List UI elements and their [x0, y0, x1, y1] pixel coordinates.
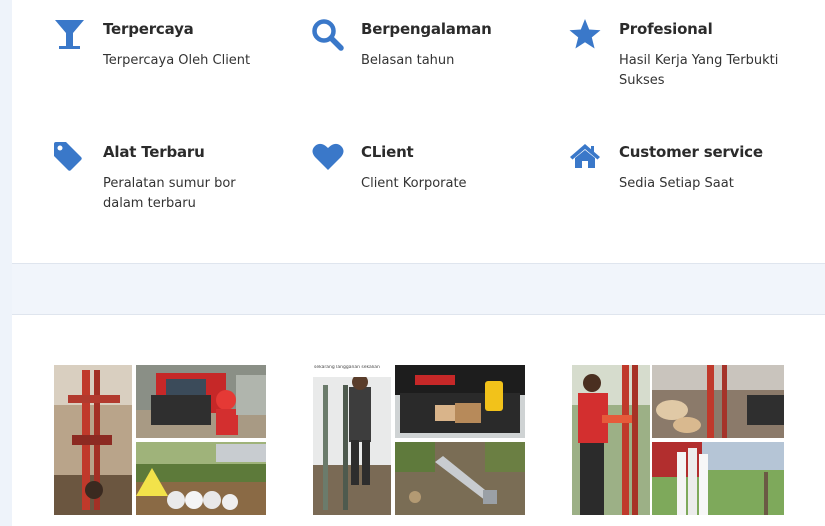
photo-mechanism: [652, 365, 784, 438]
feature-title: Profesional: [619, 20, 713, 38]
gallery-photo-3[interactable]: [572, 365, 784, 515]
gallery-photo-1[interactable]: [54, 365, 266, 515]
photo-ground-tool: [395, 442, 525, 515]
feature-title: Alat Terbaru: [103, 143, 205, 161]
photo-truck: [136, 365, 266, 438]
photo-drilling-rig: [54, 365, 132, 515]
search-icon: [311, 18, 345, 52]
photo-worker-rig: sekarang langganan sekalian: [313, 365, 391, 515]
tag-icon: [53, 141, 87, 175]
photo-worker-red-shirt: [572, 365, 650, 515]
star-icon: [569, 18, 603, 52]
photo-caption: sekarang langganan sekalian: [314, 365, 380, 370]
feature-title: Terpercaya: [103, 20, 194, 38]
feature-title: CLient: [361, 143, 414, 161]
feature-description: Client Korporate: [361, 176, 467, 191]
photo-car-trunk: [395, 365, 525, 438]
feature-description: Hasil Kerja Yang Terbukti Sukses: [619, 53, 779, 88]
feature-description: Sedia Setiap Saat: [619, 176, 734, 191]
heart-icon: [311, 141, 345, 175]
photo-pipes-field: [652, 442, 784, 515]
feature-description: Terpercaya Oleh Client: [103, 53, 251, 68]
feature-description: Belasan tahun: [361, 53, 455, 68]
home-icon: [569, 141, 603, 175]
section-divider-band: [12, 264, 825, 314]
photo-pipes: [136, 442, 266, 515]
gallery-photo-2[interactable]: sekarang langganan sekalian: [313, 365, 525, 515]
feature-title: Customer service: [619, 143, 763, 161]
features-section: [12, 0, 825, 264]
feature-title: Berpengalaman: [361, 20, 492, 38]
feature-description: Peralatan sumur bor dalam terbaru: [103, 176, 236, 211]
cocktail-glass-icon: [53, 18, 87, 52]
